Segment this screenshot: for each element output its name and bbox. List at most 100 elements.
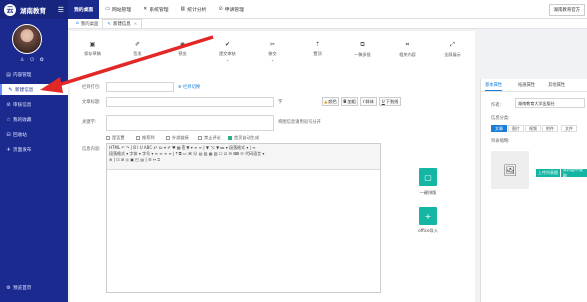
tool-label: 一稿多投 bbox=[354, 52, 371, 57]
tab-other-attributes[interactable]: 其他属性 bbox=[548, 82, 565, 88]
top-nav-site[interactable]: ▭ 网站管理 bbox=[99, 0, 137, 19]
bold-button[interactable]: B 加粗 bbox=[341, 97, 358, 106]
office-import-button[interactable]: + bbox=[419, 207, 437, 225]
top-nav-stats[interactable]: ▥ 统计分析 bbox=[175, 0, 213, 19]
checkbox-label: 禁止评论 bbox=[204, 135, 221, 140]
sign-icon: ✐ bbox=[134, 41, 141, 48]
checkbox-box bbox=[166, 136, 170, 140]
site-select-button[interactable]: 湖南教育官方 bbox=[548, 4, 585, 16]
top-nav-apply[interactable]: ⊙ 申请管理 bbox=[212, 0, 249, 19]
auto-layout-button[interactable]: ▢ bbox=[419, 168, 437, 186]
clock-icon: ⊙ bbox=[218, 6, 223, 12]
checkbox-box bbox=[106, 136, 110, 140]
column-field[interactable] bbox=[106, 82, 174, 92]
tab-label: 新建信息 bbox=[113, 22, 131, 27]
sidebar-footer-label: 预览首页 bbox=[13, 285, 32, 291]
get-from-content-button[interactable]: 从内容中获取 bbox=[561, 167, 587, 178]
menu-toggle-icon[interactable]: ☰ bbox=[58, 6, 64, 14]
user-actions[interactable]: ♙ ⏻ ✿ bbox=[20, 57, 46, 63]
column-switch-link[interactable]: ⊕ 栏目切换 bbox=[178, 84, 200, 90]
type-file[interactable]: 文件 bbox=[561, 125, 577, 132]
type-video[interactable]: 视频 bbox=[525, 125, 541, 132]
sidebar-footer-preview[interactable]: ⚙ 预览首页 bbox=[0, 282, 68, 293]
type-image[interactable]: 图片 bbox=[508, 125, 524, 132]
related-content-button[interactable]: ⌗ 相关内容 bbox=[389, 41, 427, 67]
checkbox-label: 外部链接 bbox=[172, 135, 189, 140]
type-attachment[interactable]: 附件 bbox=[542, 125, 558, 132]
sidebar-item-new-info[interactable]: ✎ 新建信息 bbox=[0, 84, 68, 95]
tool-label: 保存草稿 bbox=[84, 51, 101, 56]
keyword-label: 关键字: bbox=[82, 120, 97, 125]
tab-close-icon[interactable]: × bbox=[134, 22, 138, 27]
sidebar-item-recycle[interactable]: ⊟ 回收站 bbox=[0, 129, 68, 140]
type-article[interactable]: 文章 bbox=[491, 125, 507, 132]
brand-name: 湖南教育 bbox=[20, 6, 46, 15]
trash-icon: ⊟ bbox=[6, 131, 11, 138]
author-label: 作者: bbox=[491, 103, 502, 108]
sidebar-item-favorites[interactable]: ☆ 我的收藏 bbox=[0, 114, 68, 125]
fullscreen-button[interactable]: ⤢ 全屏展示 bbox=[434, 41, 472, 67]
title-field[interactable] bbox=[106, 97, 274, 107]
checkbox-box bbox=[228, 136, 232, 140]
top-nav: 我的桌面 ▭ 网站管理 ✕ 系统管理 ▥ 统计分析 ⊙ 申请管理 湖南教育官方 bbox=[68, 0, 587, 19]
tab-basic-attributes[interactable]: 基本属性 bbox=[485, 82, 503, 91]
divider bbox=[481, 91, 587, 92]
sidebar: 云 湖南教育 ☰ ♙ ⏻ ✿ ▤ 内容管理 ✎ 新建信息 ⊘ 审核信息 ☆ 我的… bbox=[0, 0, 68, 302]
eye-icon: ◉ bbox=[179, 41, 186, 48]
issue-button[interactable]: ✐ 签发 bbox=[119, 41, 157, 67]
checkbox-no-comment[interactable]: 禁止评论 bbox=[198, 135, 221, 141]
image-placeholder-icon[interactable]: 🖼 bbox=[491, 151, 529, 189]
star-icon: ☆ bbox=[6, 116, 11, 123]
sidebar-item-content[interactable]: ▤ 内容管理 bbox=[0, 69, 68, 80]
save-icon: ▣ bbox=[89, 41, 96, 48]
checkbox-homepage-auto[interactable]: 首页自动生成 bbox=[228, 135, 259, 141]
sidebar-item-label: 页面发布 bbox=[13, 147, 32, 153]
tool-label: 全屏展示 bbox=[444, 52, 461, 57]
underline-button[interactable]: U 下划线 bbox=[379, 97, 401, 106]
char-hint: 字 bbox=[278, 100, 283, 105]
rich-text-editor[interactable]: HTML ↶ ↷ | B I U ABC x² x₂ ⌖ ✐ ♥ ▦ ⎘ ▼ ▾… bbox=[106, 143, 381, 293]
checkbox-top[interactable]: 是否置 bbox=[106, 135, 125, 141]
checkbox-recommend[interactable]: 推荐到 bbox=[136, 135, 155, 141]
pin-top-button[interactable]: ⇡ 置顶 bbox=[299, 41, 337, 67]
checkbox-box bbox=[136, 136, 140, 140]
submit-review-button[interactable]: ✔ 提交审核 ⌄ bbox=[209, 41, 247, 67]
brand-bar: 云 湖南教育 ☰ bbox=[0, 0, 68, 19]
tab-desktop[interactable]: ⌂ 我的桌面 bbox=[72, 19, 102, 28]
editor-toolbar[interactable]: HTML ↶ ↷ | B I U ABC x² x₂ ⌖ ✐ ♥ ▦ ⎘ ▼ ▾… bbox=[107, 144, 380, 170]
multi-post-button[interactable]: ⧉ 一稿多投 bbox=[344, 41, 382, 67]
checkbox-box bbox=[198, 136, 202, 140]
sidebar-item-publish[interactable]: ✈ 页面发布 bbox=[0, 144, 68, 155]
author-field[interactable]: 湖南教育大学出版社 bbox=[515, 98, 585, 108]
tool-label: 相关内容 bbox=[399, 52, 416, 57]
editor-toolbar-row[interactable]: ⊕ | ⊡ ⊞ ◎ ▣ ◰ ▤ | ☰ ↔ ⌗ bbox=[109, 157, 378, 163]
tab-bar: ⌂ 我的桌面 ✎ 新建信息 × bbox=[68, 19, 587, 29]
list-icon: ▤ bbox=[6, 71, 11, 78]
chart-icon: ▥ bbox=[180, 6, 186, 12]
attribute-panel: 基本属性 拓展属性 其他属性 作者: 湖南教育大学出版社 信息分类: 文章 图片… bbox=[480, 79, 587, 302]
sidebar-item-review[interactable]: ⊘ 审核信息 bbox=[0, 99, 68, 110]
review-icon: ⊘ bbox=[6, 101, 11, 108]
checkbox-external-link[interactable]: 外部链接 bbox=[166, 135, 189, 141]
save-draft-button[interactable]: ▣ 保存草稿 bbox=[74, 41, 112, 67]
transfer-button[interactable]: ✂ 移交 ⌄ bbox=[254, 41, 292, 67]
edit-icon: ✎ bbox=[8, 86, 13, 93]
top-nav-desktop[interactable]: 我的桌面 bbox=[68, 0, 100, 19]
italic-label: 斜体 bbox=[365, 98, 374, 104]
title-label: 文章标题: bbox=[82, 100, 101, 105]
preview-button[interactable]: ◉ 预览 bbox=[164, 41, 202, 67]
upload-thumbnail-button[interactable]: 上传列表图 bbox=[536, 169, 560, 177]
check-icon: ✔ bbox=[224, 41, 231, 48]
logo-icon: 云 bbox=[4, 3, 16, 16]
thumbnail-label: 列表缩略: bbox=[491, 139, 510, 144]
checkbox-label: 推荐到 bbox=[142, 135, 155, 140]
pin-icon: ⇡ bbox=[314, 41, 321, 48]
top-nav-label: 我的桌面 bbox=[74, 7, 94, 13]
keyword-field[interactable] bbox=[106, 115, 274, 131]
avatar[interactable] bbox=[12, 24, 42, 54]
italic-button[interactable]: I 斜体 bbox=[360, 97, 377, 106]
tab-new-info[interactable]: ✎ 新建信息 × bbox=[102, 19, 143, 28]
top-nav-system[interactable]: ✕ 系统管理 bbox=[137, 0, 174, 19]
tab-extended-attributes[interactable]: 拓展属性 bbox=[518, 82, 535, 88]
color-button[interactable]: ▲ 颜色 bbox=[322, 97, 339, 106]
